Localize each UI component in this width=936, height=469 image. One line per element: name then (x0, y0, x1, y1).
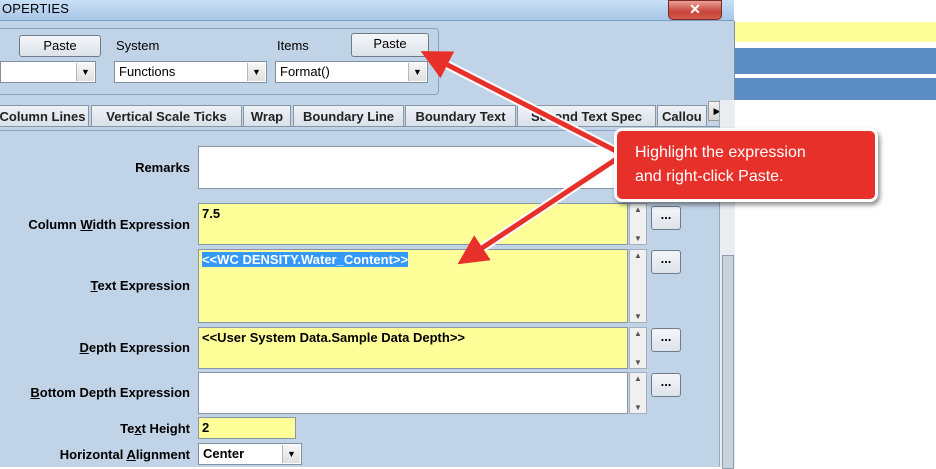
bottom-depth-label: Bottom Depth Expression (30, 385, 190, 400)
tab-callout[interactable]: Callou (657, 105, 707, 127)
remarks-label: Remarks (135, 160, 190, 175)
system-combo[interactable]: Functions ▼ (114, 61, 267, 83)
column-width-scrollbar[interactable]: ▲ ▼ (629, 203, 647, 245)
tab-boundary-text[interactable]: Boundary Text (405, 105, 516, 127)
window-title: OPERTIES (2, 1, 70, 16)
chevron-down-icon[interactable]: ▼ (282, 445, 300, 463)
column-width-label: Column Width Expression (28, 217, 190, 232)
panel-scrollbar-thumb[interactable] (722, 255, 734, 469)
text-expression-ellipsis-button[interactable]: ... (651, 250, 681, 274)
depth-expression-scrollbar[interactable]: ▲ ▼ (629, 327, 647, 369)
scroll-up-icon[interactable]: ▲ (630, 251, 646, 260)
scroll-down-icon[interactable]: ▼ (630, 358, 646, 367)
background-blue-row (735, 48, 936, 74)
tab-second-text-spec[interactable]: Second Text Spec (517, 105, 656, 127)
bottom-depth-field[interactable] (198, 372, 628, 414)
callout-text: Highlight the expression and right-click… (635, 141, 865, 189)
scroll-down-icon[interactable]: ▼ (630, 234, 646, 243)
tab-boundary-line[interactable]: Boundary Line (293, 105, 404, 127)
chevron-down-icon[interactable]: ▼ (408, 63, 426, 81)
scroll-up-icon[interactable]: ▲ (630, 329, 646, 338)
text-expression-field[interactable]: <<WC DENSITY.Water_Content>> (198, 249, 628, 323)
close-icon: ✕ (689, 1, 701, 17)
text-height-label: Text Height (120, 421, 190, 436)
scroll-up-icon[interactable]: ▲ (630, 374, 646, 383)
left-combo[interactable]: ▼ (0, 61, 96, 83)
callout-line-1: Highlight the expression (635, 144, 806, 161)
paste-left-button[interactable]: Paste (19, 35, 101, 57)
title-bar: OPERTIES ✕ (0, 0, 734, 21)
tab-divider (0, 126, 720, 127)
text-height-field[interactable]: 2 (198, 417, 296, 439)
text-expression-selection[interactable]: <<WC DENSITY.Water_Content>> (202, 252, 409, 267)
system-label: System (116, 38, 160, 53)
items-label: Items (277, 38, 309, 53)
chevron-down-icon[interactable]: ▼ (247, 63, 265, 81)
close-button[interactable]: ✕ (668, 0, 722, 20)
tab-column-lines[interactable]: Column Lines (0, 105, 89, 127)
system-combo-value: Functions (119, 64, 176, 79)
horizontal-alignment-label: Horizontal Alignment (59, 447, 190, 462)
remarks-field[interactable] (198, 146, 628, 189)
horizontal-alignment-combo[interactable]: Center ▼ (198, 443, 302, 465)
depth-expression-label: Depth Expression (79, 340, 190, 355)
items-combo-value: Format() (280, 64, 330, 79)
items-combo[interactable]: Format() ▼ (275, 61, 428, 83)
background-yellow-row (735, 22, 936, 42)
column-width-field[interactable]: 7.5 (198, 203, 628, 245)
text-expression-scrollbar[interactable]: ▲ ▼ (629, 249, 647, 323)
depth-expression-field[interactable]: <<User System Data.Sample Data Depth>> (198, 327, 628, 369)
callout-line-2: and right-click Paste. (635, 168, 784, 185)
depth-expression-ellipsis-button[interactable]: ... (651, 328, 681, 352)
horizontal-alignment-value: Center (203, 446, 245, 461)
column-width-ellipsis-button[interactable]: ... (651, 206, 681, 230)
chevron-down-icon[interactable]: ▼ (76, 63, 94, 81)
scroll-down-icon[interactable]: ▼ (630, 403, 646, 412)
bottom-depth-ellipsis-button[interactable]: ... (651, 373, 681, 397)
tab-vertical-scale-ticks[interactable]: Vertical Scale Ticks (91, 105, 242, 127)
text-expression-label: Text Expression (90, 278, 190, 293)
bottom-depth-scrollbar[interactable]: ▲ ▼ (629, 372, 647, 414)
scroll-up-icon[interactable]: ▲ (630, 205, 646, 214)
annotation-callout: Highlight the expression and right-click… (614, 128, 878, 202)
tab-wrap[interactable]: Wrap (243, 105, 291, 127)
paste-right-button[interactable]: Paste (351, 33, 429, 57)
scroll-down-icon[interactable]: ▼ (630, 312, 646, 321)
background-blue-row-2 (735, 78, 936, 100)
